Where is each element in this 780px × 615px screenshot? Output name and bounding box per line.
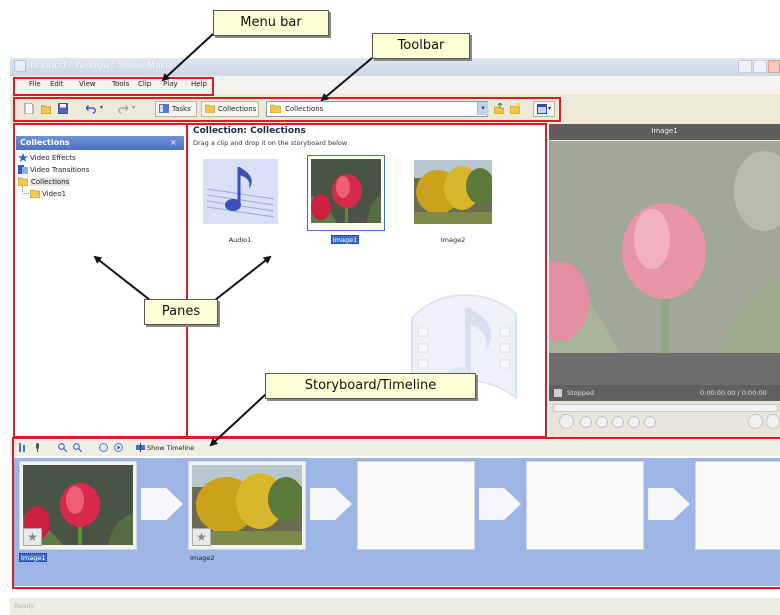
callout-menu-bar: Menu bar	[213, 10, 329, 36]
callout-storyboard: Storyboard/Timeline	[265, 373, 476, 399]
menu-bar-arrow	[161, 33, 214, 82]
toolbar-arrow	[320, 57, 373, 102]
callout-toolbar: Toolbar	[372, 33, 470, 59]
panes-arrow-right	[209, 255, 272, 305]
storyboard-arrow	[209, 393, 267, 447]
callout-panes: Panes	[144, 299, 218, 325]
annotation-arrows	[93, 33, 373, 447]
panes-arrow-left	[93, 255, 156, 305]
